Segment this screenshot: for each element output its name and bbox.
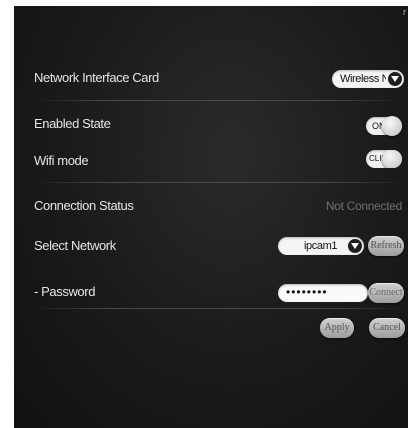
- connection-status-label: Connection Status: [34, 198, 134, 213]
- connect-button[interactable]: Connect: [368, 283, 404, 303]
- network-interface-value: Wireless Network: [340, 73, 386, 85]
- toggle-knob: [382, 116, 402, 136]
- toggle-knob: [382, 150, 402, 168]
- row-password: - Password •••••••• Connect: [14, 278, 408, 308]
- enabled-state-toggle[interactable]: ON: [366, 116, 402, 136]
- network-select[interactable]: ipcam1: [278, 237, 364, 255]
- refresh-button[interactable]: Refresh: [368, 236, 404, 256]
- row-enabled-state: Enabled State ON: [14, 110, 408, 140]
- network-settings-panel: r Network Interface Card Wireless Networ…: [14, 6, 408, 428]
- password-value: ••••••••: [286, 285, 328, 299]
- wifi-mode-toggle[interactable]: CLIENT: [366, 150, 402, 168]
- row-wifi-mode: Wifi mode CLIENT: [14, 147, 408, 177]
- network-interface-select[interactable]: Wireless Network: [332, 70, 404, 88]
- row-network-interface-card: Network Interface Card Wireless Network: [14, 64, 408, 94]
- network-interface-card-label: Network Interface Card: [34, 70, 159, 85]
- connection-status-value: Not Connected: [325, 199, 402, 213]
- password-field[interactable]: ••••••••: [278, 284, 368, 302]
- divider: [34, 100, 404, 101]
- password-label: - Password: [34, 284, 96, 299]
- corner-mark: r: [403, 7, 406, 17]
- cancel-button[interactable]: Cancel: [369, 318, 405, 338]
- network-select-value: ipcam1: [304, 240, 338, 252]
- divider: [34, 308, 404, 309]
- apply-button[interactable]: Apply: [320, 318, 354, 338]
- divider: [34, 182, 404, 183]
- wifi-mode-label: Wifi mode: [34, 153, 89, 168]
- enabled-state-label: Enabled State: [34, 116, 111, 131]
- chevron-down-icon: [388, 72, 402, 86]
- row-connection-status: Connection Status Not Connected: [14, 192, 408, 222]
- select-network-label: Select Network: [34, 238, 116, 253]
- chevron-down-icon: [348, 239, 362, 253]
- row-select-network: Select Network ipcam1 Refresh: [14, 232, 408, 262]
